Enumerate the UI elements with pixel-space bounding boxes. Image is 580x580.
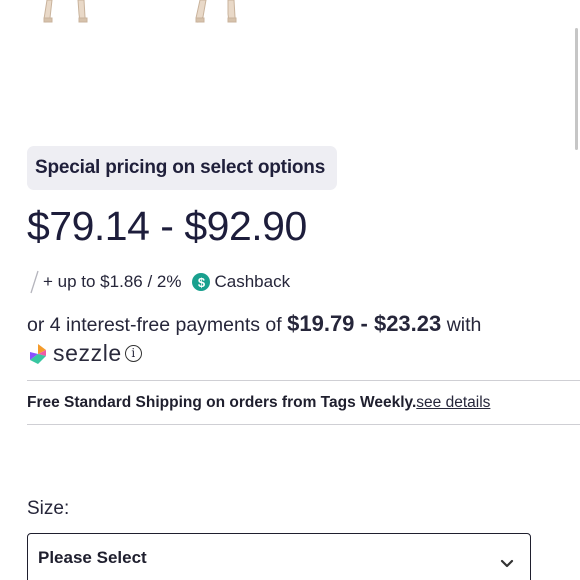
- divider-top: [27, 380, 580, 381]
- size-select-value: Please Select: [38, 548, 147, 567]
- divider-bottom: [27, 424, 580, 425]
- special-pricing-text: Special pricing on select options: [35, 157, 326, 178]
- info-icon[interactable]: i: [124, 345, 142, 362]
- cashback-label: Cashback: [214, 272, 291, 291]
- slash-icon: [30, 270, 39, 294]
- sezzle-logo-text: sezzle: [53, 340, 122, 366]
- special-pricing-badge: Special pricing on select options: [27, 146, 337, 190]
- product-figure-right: [195, 0, 237, 23]
- cashback-row[interactable]: + up to $1.86 / 2% $ Cashback: [30, 268, 290, 296]
- installments-trail: with: [446, 314, 482, 336]
- scrollbar[interactable]: [575, 28, 578, 150]
- size-select[interactable]: Please Select: [27, 533, 531, 580]
- chevron-down-icon: [500, 559, 514, 568]
- installments-info: or 4 interest-free payments of $19.79 - …: [27, 310, 567, 367]
- sezzle-row[interactable]: sezzle i: [27, 340, 567, 367]
- see-details-link[interactable]: see details: [416, 394, 490, 411]
- size-label: Size:: [27, 498, 70, 519]
- sezzle-logo-icon: [30, 343, 46, 364]
- installments-lead: or 4 interest-free payments of: [27, 314, 282, 336]
- product-page: Special pricing on select options $79.14…: [0, 0, 580, 580]
- product-image[interactable]: [0, 0, 560, 130]
- cashback-amount: + up to $1.86 / 2%: [43, 272, 182, 291]
- shipping-text: Free Standard Shipping on orders from Ta…: [27, 394, 417, 411]
- price-range: $79.14 - $92.90: [27, 203, 307, 249]
- shipping-info: Free Standard Shipping on orders from Ta…: [27, 394, 490, 412]
- dollar-circle-icon: $: [192, 273, 211, 291]
- product-figure-left: [43, 0, 88, 23]
- installments-amount: $19.79 - $23.23: [287, 311, 442, 336]
